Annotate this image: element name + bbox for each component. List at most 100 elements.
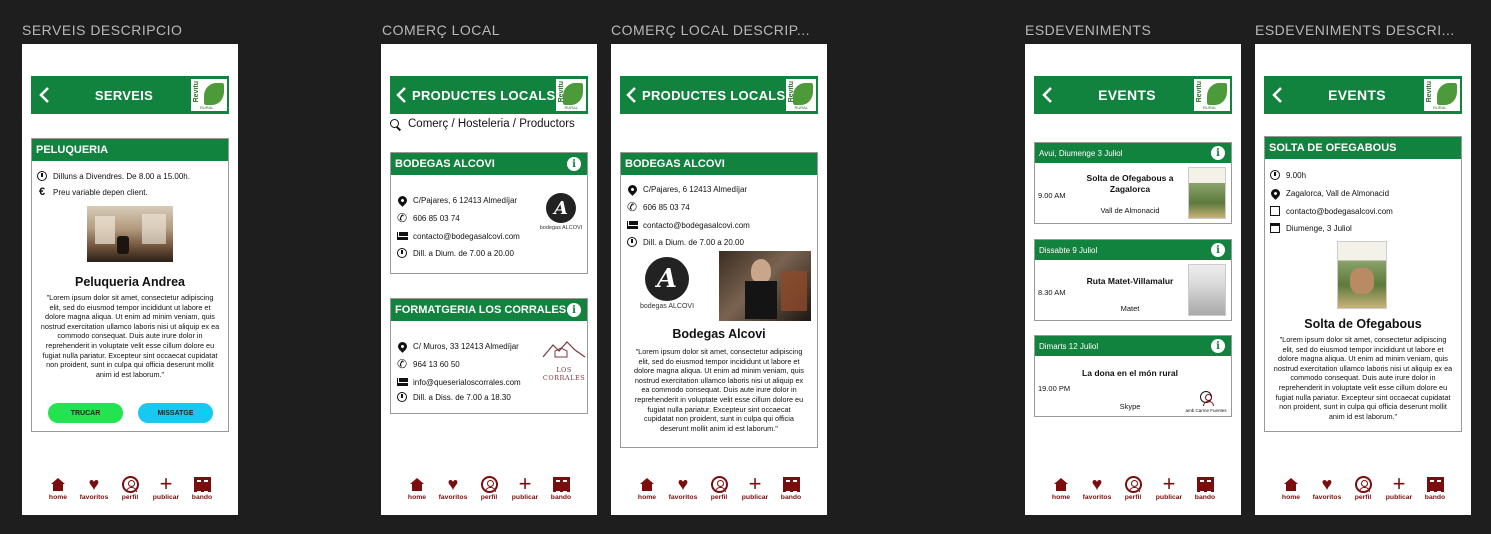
nav-perfil[interactable]: perfil bbox=[1348, 474, 1378, 501]
back-button[interactable] bbox=[620, 76, 642, 114]
page-title: PRODUCTES LOCALS bbox=[642, 87, 786, 103]
address-row: C/ Muros, 33 12413 Almedíjar bbox=[395, 339, 519, 353]
info-icon[interactable]: i bbox=[567, 303, 581, 317]
nav-bando[interactable]: bando bbox=[1420, 474, 1450, 501]
event-poster bbox=[1337, 241, 1387, 309]
frame-title-esdeveniments-desc: ESDEVENIMENTS DESCRI... bbox=[1255, 22, 1455, 38]
nav-bando[interactable]: bando bbox=[1190, 474, 1220, 501]
search-bar[interactable]: Comerç / Hosteleria / Productors bbox=[390, 118, 593, 130]
plus-icon: + bbox=[159, 471, 173, 496]
nav-publicar[interactable]: + publicar bbox=[1154, 473, 1184, 502]
info-icon[interactable]: i bbox=[1211, 146, 1225, 160]
event-card[interactable]: Avui, Diumenge 3 Juliol i 9.00 AM Solta d… bbox=[1034, 142, 1232, 224]
calendar-icon bbox=[1270, 223, 1280, 233]
nav-favoritos[interactable]: ♥ favoritos bbox=[668, 474, 698, 501]
email-row: contacto@bodegasalcovi.com bbox=[1269, 205, 1393, 217]
newspaper-icon bbox=[1196, 476, 1214, 493]
newspaper-icon bbox=[782, 476, 800, 493]
nav-favoritos[interactable]: ♥ favoritos bbox=[438, 474, 468, 501]
event-date: Avui, Diumenge 3 Juliol i bbox=[1035, 143, 1231, 163]
hours-row: Dill. a Dium. de 7.00 a 20.00 bbox=[396, 247, 514, 259]
event-card[interactable]: Dimarts 12 Juliol i 19.00 PM La dona en e… bbox=[1034, 335, 1232, 417]
bottom-nav: home ♥ favoritos perfil + publicar bando bbox=[611, 473, 827, 502]
event-description: "Lorem ipsum dolor sit amet, consectetur… bbox=[1273, 335, 1453, 421]
event-detail-card: SOLTA DE OFEGABOUS 9.00h Zagalorca, Vall… bbox=[1264, 136, 1462, 432]
chevron-left-icon bbox=[39, 87, 49, 103]
nav-home[interactable]: home bbox=[1276, 474, 1306, 501]
place-row: Zagalorca, Vall de Almonacid bbox=[1268, 186, 1389, 200]
phone-icon: ✆ bbox=[626, 200, 638, 214]
card-title: PELUQUERIA bbox=[32, 139, 228, 161]
screen-serveis: SERVEIS Revitu RURAL PELUQUERIA Dilluns a… bbox=[22, 44, 238, 515]
home-icon bbox=[410, 477, 424, 491]
nav-home[interactable]: home bbox=[1046, 474, 1076, 501]
home-icon bbox=[1284, 477, 1298, 491]
nav-favoritos[interactable]: ♥ favoritos bbox=[1082, 474, 1112, 501]
mail-icon bbox=[626, 221, 639, 229]
info-icon[interactable]: i bbox=[567, 157, 581, 171]
back-button[interactable] bbox=[1264, 76, 1290, 114]
page-title: SERVEIS bbox=[94, 87, 154, 103]
location-pin-icon bbox=[395, 193, 409, 207]
event-time: 9.00 AM bbox=[1038, 191, 1066, 200]
top-bar: SERVEIS Revitu RURAL bbox=[31, 76, 229, 114]
message-button[interactable]: MISSATGE bbox=[138, 403, 213, 423]
plus-icon: + bbox=[518, 471, 532, 496]
event-date: Dissabte 9 Juliol i bbox=[1035, 240, 1231, 260]
nav-home[interactable]: home bbox=[632, 474, 662, 501]
service-card: PELUQUERIA Dilluns a Divendres. De 8.00 … bbox=[31, 138, 229, 432]
event-time: 19.00 PM bbox=[1038, 384, 1071, 393]
nav-home[interactable]: home bbox=[43, 474, 73, 501]
shop-card[interactable]: BODEGAS ALCOVI i C/Pajares, 6 12413 Almed… bbox=[390, 152, 588, 274]
nav-home[interactable]: home bbox=[402, 474, 432, 501]
card-title: BODEGAS ALCOVI bbox=[621, 153, 817, 175]
revitu-logo: Revitu RURAL bbox=[1424, 79, 1460, 111]
nav-perfil[interactable]: perfil bbox=[115, 474, 145, 501]
date-row: Diumenge, 3 Juliol bbox=[1269, 222, 1352, 234]
nav-perfil[interactable]: perfil bbox=[704, 474, 734, 501]
revitu-logo: Revitu RURAL bbox=[1194, 79, 1230, 111]
home-icon bbox=[640, 477, 654, 491]
nav-publicar[interactable]: + publicar bbox=[740, 473, 770, 502]
event-poster bbox=[1188, 167, 1226, 219]
clock-icon bbox=[1270, 170, 1280, 180]
nav-bando[interactable]: bando bbox=[187, 474, 217, 501]
nav-publicar[interactable]: + publicar bbox=[151, 471, 181, 502]
user-icon bbox=[1200, 391, 1214, 406]
search-input[interactable]: Comerç / Hosteleria / Productors bbox=[408, 118, 575, 130]
back-button[interactable] bbox=[31, 76, 57, 114]
newspaper-icon bbox=[1426, 476, 1444, 493]
call-button[interactable]: TRUCAR bbox=[48, 403, 123, 423]
email-row: contacto@bodegasalcovi.com bbox=[396, 230, 520, 242]
address-row: C/Pajares, 6 12413 Almedíjar bbox=[395, 193, 517, 207]
event-poster bbox=[1188, 264, 1226, 316]
nav-publicar[interactable]: + publicar bbox=[1384, 473, 1414, 502]
nav-favoritos[interactable]: ♥ favoritos bbox=[79, 474, 109, 501]
info-icon[interactable]: i bbox=[1211, 243, 1225, 257]
chevron-left-icon bbox=[1042, 87, 1052, 103]
nav-perfil[interactable]: perfil bbox=[474, 474, 504, 501]
chevron-left-icon bbox=[626, 87, 636, 103]
winery-photo bbox=[719, 251, 811, 321]
bottom-nav: home ♥ favoritos perfil + publicar bando bbox=[381, 471, 597, 502]
info-icon[interactable]: i bbox=[1211, 339, 1225, 353]
heart-icon: ♥ bbox=[1091, 474, 1103, 494]
nav-bando[interactable]: bando bbox=[546, 474, 576, 501]
user-icon bbox=[480, 475, 498, 493]
page-title: EVENTS bbox=[1098, 87, 1156, 103]
shop-card[interactable]: FORMATGERIA LOS CORRALES i C/ Muros, 33 1… bbox=[390, 298, 588, 414]
back-button[interactable] bbox=[390, 76, 412, 114]
clock-icon bbox=[627, 237, 637, 247]
los-corrales-logo: LOS CORRALES bbox=[539, 339, 589, 382]
event-card[interactable]: Dissabte 9 Juliol i 8.30 AM Ruta Matet-Vi… bbox=[1034, 239, 1232, 321]
search-icon bbox=[390, 118, 401, 130]
nav-publicar[interactable]: + publicar bbox=[510, 471, 540, 502]
chevron-left-icon bbox=[396, 87, 406, 103]
top-bar: EVENTS Revitu RURAL bbox=[1034, 76, 1232, 114]
frame-title-serveis: SERVEIS DESCRIPCIO bbox=[22, 22, 183, 38]
nav-perfil[interactable]: perfil bbox=[1118, 474, 1148, 501]
back-button[interactable] bbox=[1034, 76, 1060, 114]
mail-icon bbox=[396, 378, 409, 386]
nav-bando[interactable]: bando bbox=[776, 474, 806, 501]
nav-favoritos[interactable]: ♥ favoritos bbox=[1312, 474, 1342, 501]
